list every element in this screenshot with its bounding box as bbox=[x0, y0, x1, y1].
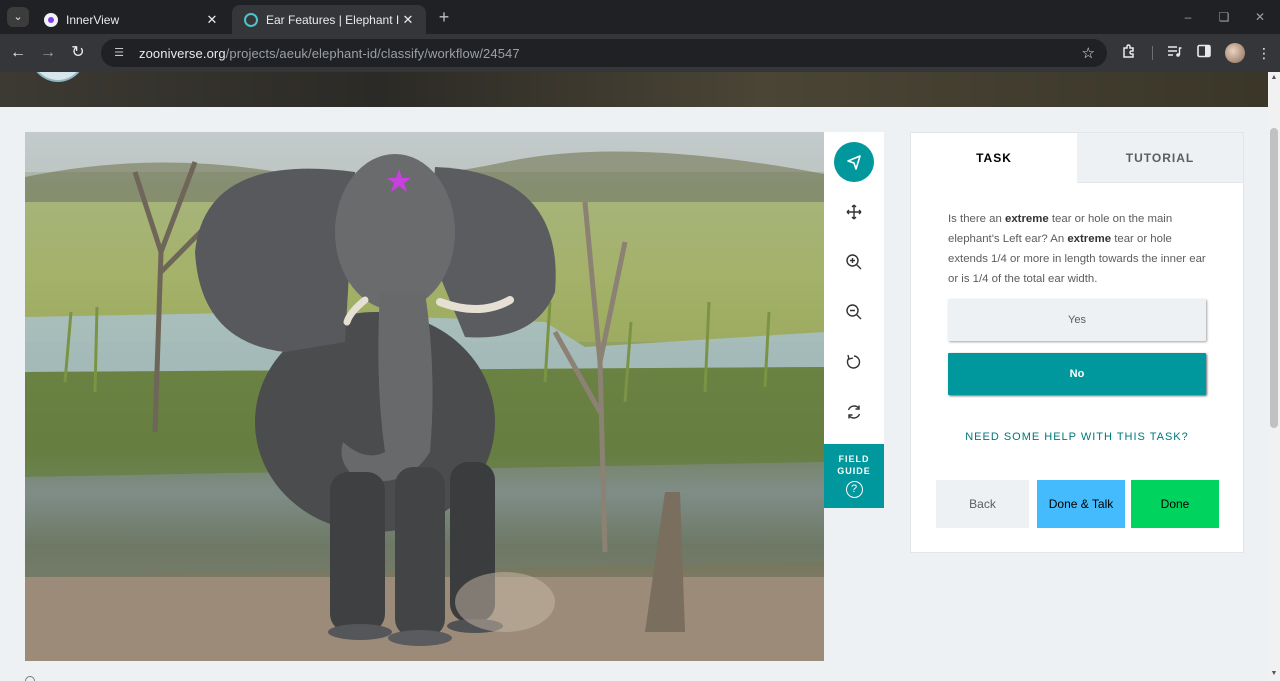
scroll-down-icon[interactable]: ▼ bbox=[1270, 670, 1278, 678]
pointer-arrow-icon bbox=[845, 153, 863, 171]
field-guide-label-line1: FIELD bbox=[838, 454, 870, 464]
kebab-menu-icon[interactable]: ⋮ bbox=[1254, 43, 1274, 63]
project-avatar-logo[interactable] bbox=[30, 72, 86, 82]
window-close-icon[interactable]: ✕ bbox=[1250, 7, 1270, 27]
minimize-icon[interactable]: – bbox=[1178, 7, 1198, 27]
innerview-favicon-icon bbox=[44, 12, 58, 27]
address-bar[interactable]: ☰ zooniverse.org/projects/aeuk/elephant-… bbox=[101, 39, 1107, 67]
browser-toolbar: ← → ↻ ☰ zooniverse.org/projects/aeuk/ele… bbox=[0, 34, 1280, 72]
zoom-out-icon bbox=[845, 303, 863, 321]
restore-icon[interactable]: ❏ bbox=[1214, 7, 1234, 27]
side-panel-icon[interactable] bbox=[1194, 43, 1214, 63]
bookmark-star-icon[interactable]: ☆ bbox=[1082, 44, 1095, 62]
metadata-info-icon[interactable] bbox=[25, 676, 35, 681]
new-tab-plus-icon[interactable]: + bbox=[434, 6, 454, 28]
task-tabs: TASK TUTORIAL bbox=[911, 133, 1243, 183]
reset-icon bbox=[845, 403, 863, 421]
tab-close-icon[interactable]: ✕ bbox=[400, 12, 416, 28]
site-info-tune-icon[interactable]: ☰ bbox=[111, 45, 127, 61]
question-mark-icon: ? bbox=[845, 481, 863, 498]
classify-page: FIELD GUIDE ? TASK TUTORIAL Is there an … bbox=[0, 72, 1268, 681]
field-guide-label-line2: GUIDE bbox=[837, 466, 871, 476]
answer-no-button[interactable]: No bbox=[948, 353, 1206, 395]
subject-image-viewer[interactable] bbox=[25, 132, 824, 661]
tab-search-chevron-down-icon[interactable]: ⌄ bbox=[7, 7, 29, 27]
tab-tutorial[interactable]: TUTORIAL bbox=[1077, 133, 1243, 183]
scrollbar-thumb[interactable] bbox=[1270, 128, 1278, 428]
field-guide-button[interactable]: FIELD GUIDE ? bbox=[824, 444, 884, 508]
elephant-photo bbox=[25, 132, 824, 661]
tab-title: InnerView bbox=[66, 12, 120, 27]
tab-task[interactable]: TASK bbox=[911, 133, 1077, 183]
done-button[interactable]: Done bbox=[1131, 480, 1219, 528]
browser-tab-bar: ⌄ InnerView ✕ Ear Features | Elephant ID… bbox=[0, 0, 1280, 34]
zoom-out-button[interactable] bbox=[834, 292, 874, 332]
zoom-in-button[interactable] bbox=[834, 242, 874, 282]
media-playlist-icon[interactable] bbox=[1164, 43, 1184, 63]
rotate-icon bbox=[845, 353, 863, 371]
extensions-puzzle-icon[interactable] bbox=[1119, 43, 1139, 63]
task-help-link[interactable]: NEED SOME HELP WITH THIS TASK? bbox=[911, 431, 1243, 443]
zoom-in-icon bbox=[845, 253, 863, 271]
tab-title: Ear Features | Elephant ID | Zoo bbox=[266, 12, 400, 27]
rotate-button[interactable] bbox=[834, 342, 874, 382]
reload-icon[interactable]: ↻ bbox=[67, 42, 89, 64]
move-tool-button[interactable] bbox=[834, 192, 874, 232]
back-button[interactable]: Back bbox=[936, 480, 1029, 528]
toolbar-divider bbox=[1152, 46, 1153, 60]
zooniverse-favicon-icon bbox=[244, 12, 258, 27]
profile-avatar[interactable] bbox=[1225, 43, 1245, 63]
answer-yes-button[interactable]: Yes bbox=[948, 299, 1206, 341]
pointer-tool-button[interactable] bbox=[834, 142, 874, 182]
forward-arrow-right-icon[interactable]: → bbox=[37, 42, 59, 64]
move-arrows-icon bbox=[845, 203, 863, 221]
page-scrollbar[interactable]: ▲ ▼ bbox=[1268, 72, 1280, 681]
reset-view-button[interactable] bbox=[834, 392, 874, 432]
task-question: Is there an extreme tear or hole on the … bbox=[948, 213, 1206, 285]
browser-tab-ear-features[interactable]: Ear Features | Elephant ID | Zoo ✕ bbox=[232, 5, 426, 34]
done-and-talk-button[interactable]: Done & Talk bbox=[1037, 480, 1125, 528]
browser-tab-innerview[interactable]: InnerView ✕ bbox=[32, 5, 230, 34]
url-text[interactable]: zooniverse.org/projects/aeuk/elephant-id… bbox=[139, 46, 520, 61]
scroll-up-icon[interactable]: ▲ bbox=[1270, 74, 1278, 82]
back-arrow-left-icon[interactable]: ← bbox=[7, 42, 29, 64]
tab-close-icon[interactable]: ✕ bbox=[204, 12, 220, 28]
project-hero-banner bbox=[0, 72, 1268, 107]
task-panel: TASK TUTORIAL Is there an extreme tear o… bbox=[910, 132, 1244, 553]
